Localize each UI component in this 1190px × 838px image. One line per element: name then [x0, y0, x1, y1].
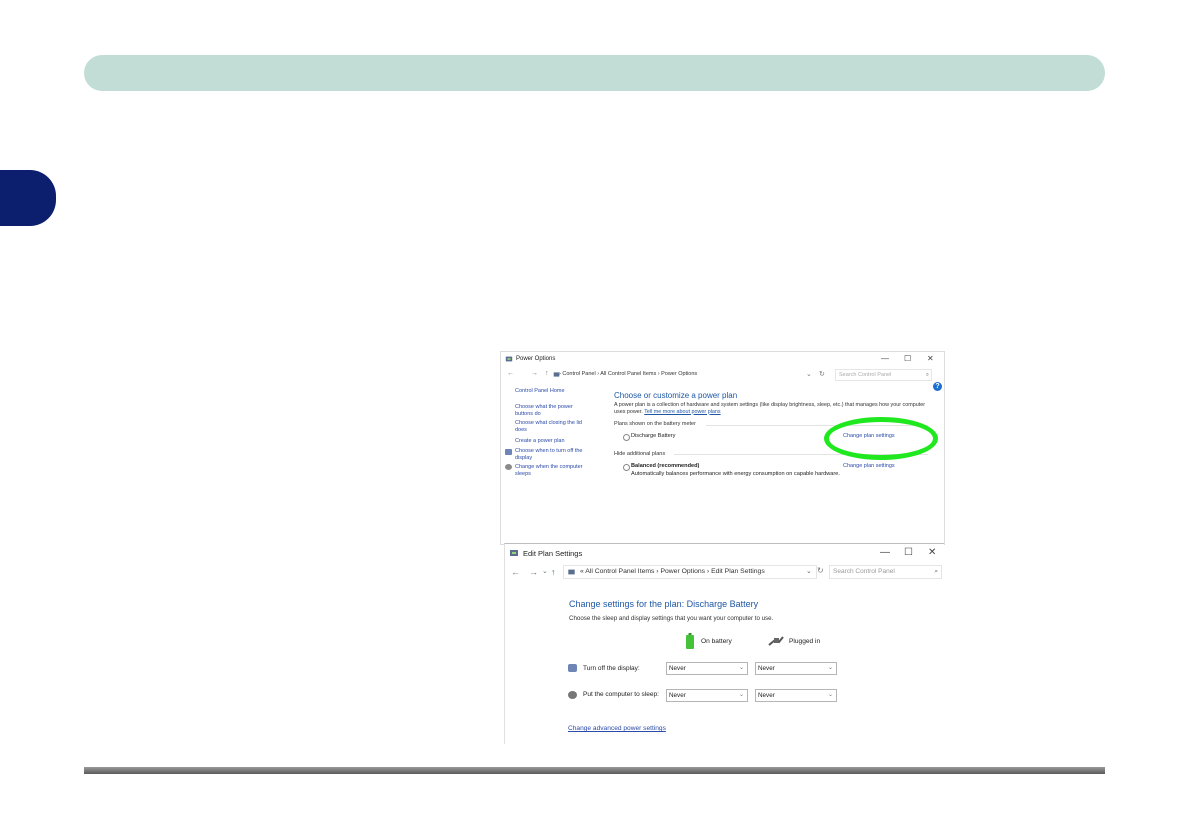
- recent-locations-icon[interactable]: ⌄: [542, 567, 548, 575]
- nav-closing-lid[interactable]: Choose what closing the lid does: [515, 420, 587, 433]
- close-button[interactable]: ✕: [927, 354, 934, 363]
- up-arrow-icon[interactable]: ↑: [545, 370, 549, 377]
- page-subheading: Choose the sleep and display settings th…: [569, 615, 774, 622]
- on-battery-header: On battery: [701, 638, 732, 645]
- sleep-on-battery-select[interactable]: Never ⌄: [666, 689, 748, 702]
- learn-more-link[interactable]: Tell me more about power plans: [644, 409, 720, 415]
- search-placeholder: Search Control Panel: [839, 372, 892, 378]
- window-title: Power Options: [516, 356, 556, 362]
- search-input[interactable]: Search Control Panel ⌕: [835, 369, 932, 381]
- plan-balanced-radio[interactable]: [623, 464, 630, 471]
- sleep-moon-icon: [505, 464, 512, 470]
- select-value: Never: [669, 665, 686, 672]
- close-button[interactable]: ✕: [928, 547, 936, 558]
- plugged-in-header: Plugged in: [789, 638, 821, 645]
- chevron-down-icon: ⌄: [738, 665, 744, 671]
- refresh-icon[interactable]: ↻: [819, 370, 825, 378]
- page-header-bar: [84, 55, 1105, 91]
- dropdown-icon[interactable]: ⌄: [806, 567, 812, 575]
- display-plugged-in-select[interactable]: Never ⌄: [755, 662, 837, 675]
- dropdown-icon[interactable]: ⌄: [806, 370, 812, 378]
- nav-power-buttons[interactable]: Choose what the power buttons do: [515, 404, 585, 417]
- breadcrumb[interactable]: « All Control Panel Items › Power Option…: [580, 568, 765, 575]
- forward-arrow-icon[interactable]: →: [529, 567, 538, 577]
- sleep-plugged-in-select[interactable]: Never ⌄: [755, 689, 837, 702]
- select-value: Never: [758, 665, 775, 672]
- nav-turn-off-display[interactable]: Choose when to turn off the display: [515, 448, 595, 461]
- edit-plan-settings-window: Edit Plan Settings — ☐ ✕ ← → ⌄ ↑ « All C…: [504, 543, 944, 744]
- minimize-button[interactable]: —: [881, 354, 889, 363]
- refresh-icon[interactable]: ↻: [817, 566, 824, 575]
- footer-rule: [84, 767, 1105, 774]
- search-icon[interactable]: ⌕: [926, 370, 929, 380]
- back-arrow-icon[interactable]: ←: [507, 370, 514, 377]
- window-title: Edit Plan Settings: [523, 549, 583, 558]
- plan-balanced-name: Balanced (recommended): [631, 463, 700, 469]
- page-heading: Choose or customize a power plan: [614, 391, 738, 400]
- turn-off-display-label: Turn off the display:: [583, 665, 640, 672]
- change-plan-settings-link-2[interactable]: Change plan settings: [843, 463, 895, 469]
- highlight-ellipse: [824, 417, 938, 460]
- power-options-icon: [505, 356, 513, 362]
- breadcrumb[interactable]: › Control Panel › All Control Panel Item…: [559, 371, 697, 377]
- maximize-button[interactable]: ☐: [904, 354, 911, 363]
- search-input[interactable]: Search Control Panel ⌕: [829, 565, 942, 579]
- nav-computer-sleeps[interactable]: Change when the computer sleeps: [515, 464, 595, 477]
- power-options-icon: [510, 550, 518, 556]
- chevron-down-icon: ⌄: [738, 692, 744, 698]
- help-icon[interactable]: ?: [933, 382, 942, 391]
- display-icon: [568, 664, 577, 672]
- section-additional-plans[interactable]: Hide additional plans: [614, 451, 665, 457]
- nav-create-power-plan[interactable]: Create a power plan: [515, 438, 565, 445]
- minimize-button[interactable]: —: [880, 547, 890, 558]
- maximize-button[interactable]: ☐: [904, 547, 913, 558]
- plan-discharge-name: Discharge Battery: [631, 433, 676, 439]
- page-heading: Change settings for the plan: Discharge …: [569, 599, 759, 609]
- plan-balanced-description: Automatically balances performance with …: [631, 471, 840, 477]
- forward-arrow-icon[interactable]: →: [531, 370, 538, 377]
- title-bar: Power Options — ☐ ✕: [501, 352, 944, 366]
- search-icon[interactable]: ⌕: [934, 566, 938, 578]
- section-battery-meter: Plans shown on the battery meter: [614, 421, 696, 427]
- search-placeholder: Search Control Panel: [833, 568, 895, 575]
- power-options-window: Power Options — ☐ ✕ ← → ↑ › Control Pane…: [500, 351, 945, 545]
- plan-discharge-radio[interactable]: [623, 434, 630, 441]
- up-arrow-icon[interactable]: ↑: [551, 567, 556, 577]
- chevron-down-icon: ⌄: [827, 665, 833, 671]
- address-bar: ← → ⌄ ↑ « All Control Panel Items › Powe…: [505, 564, 944, 580]
- title-bar: Edit Plan Settings — ☐ ✕: [505, 544, 944, 562]
- battery-icon: [686, 633, 694, 649]
- plug-icon: [768, 636, 784, 646]
- breadcrumb-box[interactable]: « All Control Panel Items › Power Option…: [563, 565, 817, 579]
- chevron-down-icon: ⌄: [827, 692, 833, 698]
- select-value: Never: [758, 692, 775, 699]
- advanced-power-settings-link[interactable]: Change advanced power settings: [568, 725, 666, 732]
- sleep-moon-icon: [568, 691, 577, 699]
- address-bar: ← → ↑ › Control Panel › All Control Pane…: [501, 367, 944, 381]
- chapter-tab: [0, 170, 56, 226]
- sleep-label: Put the computer to sleep:: [583, 691, 659, 698]
- nav-control-panel-home[interactable]: Control Panel Home: [515, 388, 565, 395]
- display-icon: [505, 449, 512, 455]
- back-arrow-icon[interactable]: ←: [511, 567, 520, 577]
- control-panel-icon: [568, 569, 575, 575]
- display-on-battery-select[interactable]: Never ⌄: [666, 662, 748, 675]
- main-content: Choose or customize a power plan A power…: [614, 391, 934, 477]
- description: A power plan is a collection of hardware…: [614, 402, 926, 415]
- select-value: Never: [669, 692, 686, 699]
